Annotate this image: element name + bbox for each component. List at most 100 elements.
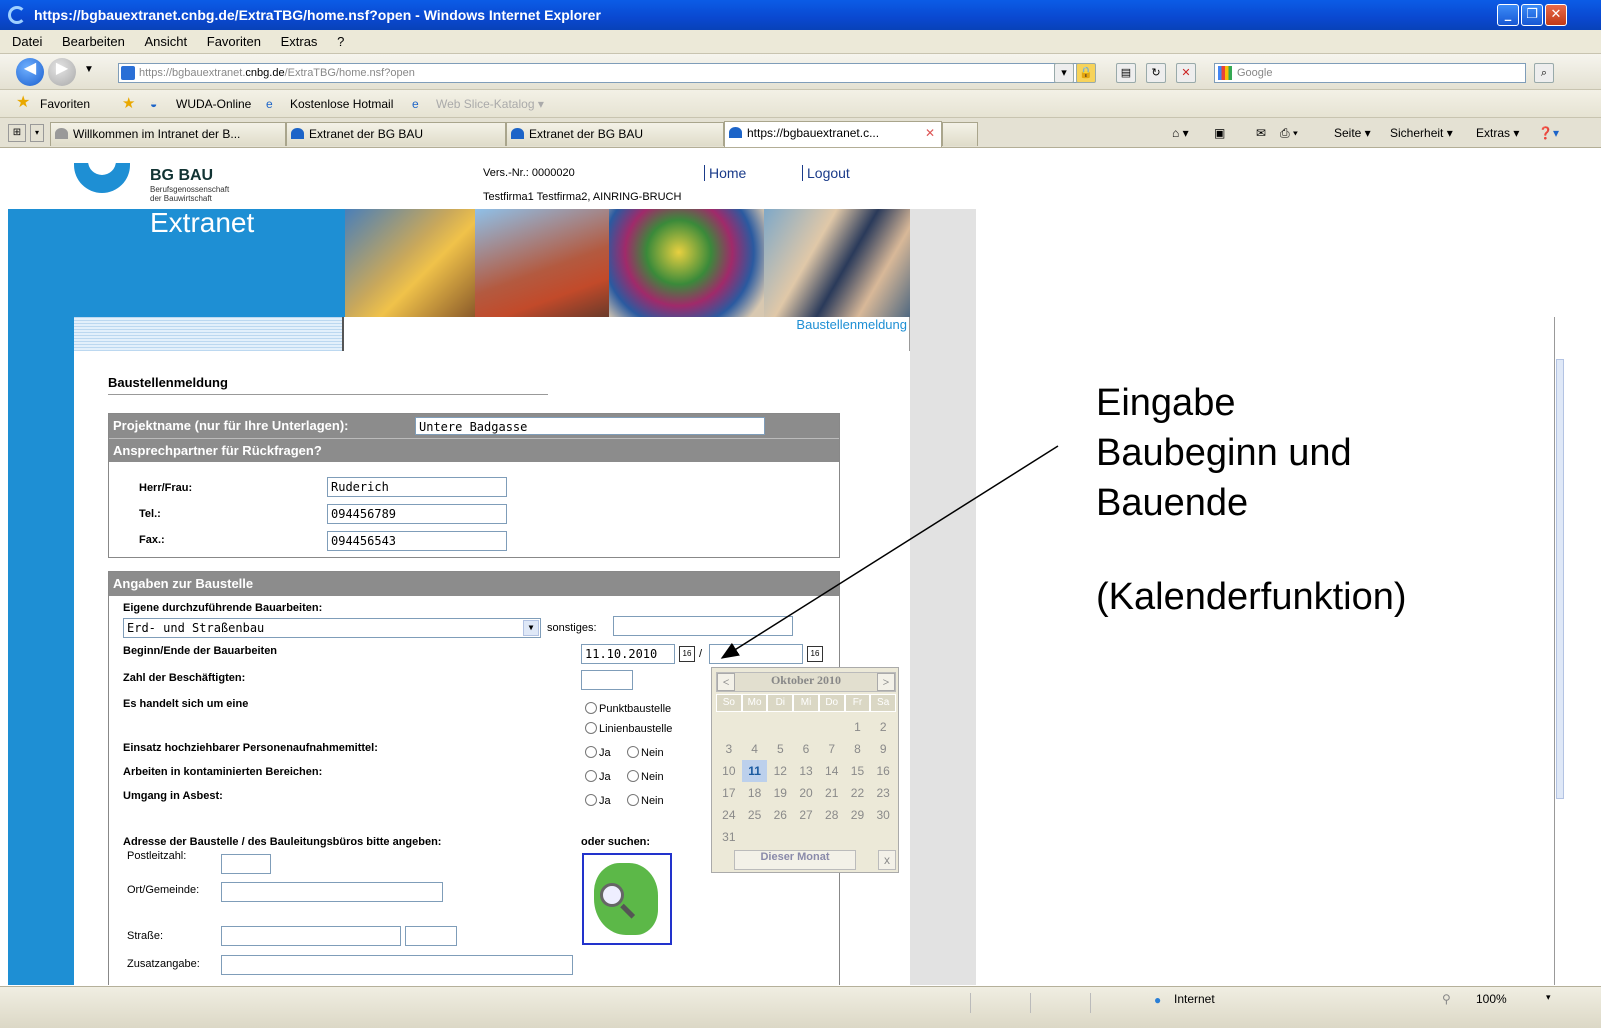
calendar-day[interactable]: 6 (793, 738, 819, 760)
menu-datei[interactable]: Datei (12, 34, 42, 49)
calendar-next-button[interactable]: > (877, 673, 895, 691)
logout-link[interactable]: Logout (802, 165, 850, 181)
radio-linienbaustelle[interactable]: Linienbaustelle (585, 722, 672, 735)
home-icon[interactable]: ⌂ ▾ (1172, 124, 1189, 142)
tab-close-icon[interactable]: ✕ (925, 122, 935, 144)
tab-active[interactable]: https://bgbauextranet.c... ✕ (724, 121, 942, 147)
protected-mode-icon[interactable]: ⚲ (1442, 992, 1451, 1006)
home-link[interactable]: Home (704, 165, 746, 181)
calendar-day[interactable]: 23 (870, 782, 896, 804)
radio-circle[interactable] (627, 770, 639, 782)
calendar-day[interactable]: 5 (767, 738, 793, 760)
calendar-day[interactable]: 10 (716, 760, 742, 782)
new-tab-button[interactable] (942, 122, 978, 146)
fax-input[interactable]: 094456543 (327, 531, 507, 551)
tel-input[interactable]: 094456789 (327, 504, 507, 524)
back-button[interactable]: ◀ (16, 58, 44, 86)
menu-help[interactable]: ? (337, 34, 344, 49)
project-name-input[interactable]: Untere Badgasse (415, 417, 765, 435)
begin-calendar-icon[interactable]: 16 (679, 646, 695, 662)
radio-circle[interactable] (627, 746, 639, 758)
minimize-button[interactable]: _ (1497, 4, 1519, 26)
calendar-day[interactable]: 15 (845, 760, 871, 782)
zoom-level[interactable]: 100% (1476, 992, 1507, 1006)
germany-map-search-icon[interactable] (582, 853, 672, 945)
menu-bearbeiten[interactable]: Bearbeiten (62, 34, 125, 49)
calendar-day[interactable]: 11 (741, 760, 768, 782)
address-dropdown-icon[interactable]: ▾ (1054, 63, 1074, 83)
street-input[interactable] (221, 926, 401, 946)
search-icon[interactable]: ⌕ (1534, 63, 1554, 83)
favorites-button[interactable]: Favoriten (40, 90, 90, 118)
lift-radio-nein[interactable]: Nein (627, 746, 664, 759)
contam-radio-nein[interactable]: Nein (627, 770, 664, 783)
feeds-icon[interactable]: ▣ (1214, 124, 1225, 142)
calendar-day[interactable]: 19 (767, 782, 793, 804)
maximize-button[interactable]: ❐ (1521, 4, 1543, 26)
sonstiges-input[interactable] (613, 616, 793, 636)
radio-circle[interactable] (585, 722, 597, 734)
calendar-day[interactable]: 21 (819, 782, 845, 804)
forward-button[interactable]: ▶ (48, 58, 76, 86)
refresh-icon[interactable]: ↻ (1146, 63, 1166, 83)
begin-date-input[interactable]: 11.10.2010 (581, 644, 675, 664)
lock-icon[interactable]: 🔒 (1076, 63, 1096, 83)
calendar-day[interactable]: 24 (716, 804, 742, 826)
calendar-day[interactable]: 30 (870, 804, 896, 826)
radio-circle[interactable] (585, 794, 597, 806)
calendar-day[interactable]: 4 (742, 738, 768, 760)
this-month-button[interactable]: Dieser Monat (734, 850, 856, 870)
right-scrollbar[interactable] (1554, 317, 1565, 985)
calendar-day[interactable]: 27 (793, 804, 819, 826)
contam-radio-ja[interactable]: Ja (585, 770, 611, 783)
end-calendar-icon[interactable]: 16 (807, 646, 823, 662)
calendar-day[interactable]: 7 (819, 738, 845, 760)
asbest-radio-nein[interactable]: Nein (627, 794, 664, 807)
menu-favoriten[interactable]: Favoriten (207, 34, 261, 49)
calendar-day[interactable]: 26 (767, 804, 793, 826)
calendar-day[interactable]: 3 (716, 738, 742, 760)
calendar-prev-button[interactable]: < (717, 673, 735, 691)
calendar-day[interactable]: 17 (716, 782, 742, 804)
menu-extras-cmd[interactable]: Extras ▾ (1476, 124, 1519, 142)
fav-hotmail[interactable]: Kostenlose Hotmail (290, 90, 393, 118)
quick-tabs-icon[interactable]: ⊞ (8, 124, 26, 142)
ort-input[interactable] (221, 882, 443, 902)
herr-input[interactable]: Ruderich (327, 477, 507, 497)
scrollbar-thumb[interactable] (1556, 359, 1564, 799)
radio-circle[interactable] (627, 794, 639, 806)
extra-input[interactable] (221, 955, 573, 975)
calendar-day[interactable]: 18 (742, 782, 768, 804)
fav-webslice[interactable]: Web Slice-Katalog ▾ (436, 90, 544, 118)
tab-intranet[interactable]: Willkommen im Intranet der B... (50, 122, 286, 146)
calendar-day[interactable]: 8 (845, 738, 871, 760)
calendar-day[interactable]: 31 (716, 826, 742, 848)
calendar-day[interactable]: 29 (845, 804, 871, 826)
print-icon[interactable]: ⎙ ▾ (1280, 124, 1298, 142)
calendar-day[interactable]: 28 (819, 804, 845, 826)
compatibility-icon[interactable]: ▤ (1116, 63, 1136, 83)
work-select[interactable]: Erd- und Straßenbau ▼ (123, 618, 541, 638)
staff-input[interactable] (581, 670, 633, 690)
calendar-day[interactable]: 13 (793, 760, 819, 782)
stop-icon[interactable]: ✕ (1176, 63, 1196, 83)
address-input[interactable]: https://bgbauextranet.cnbg.de/ExtraTBG/h… (118, 63, 1078, 83)
mail-icon[interactable]: ✉ (1256, 124, 1266, 142)
zoom-dropdown-icon[interactable]: ▾ (1546, 992, 1551, 1003)
plz-input[interactable] (221, 854, 271, 874)
calendar-day[interactable]: 12 (767, 760, 793, 782)
calendar-day[interactable]: 16 (870, 760, 896, 782)
menu-sicherheit[interactable]: Sicherheit ▾ (1390, 124, 1453, 142)
menu-ansicht[interactable]: Ansicht (145, 34, 188, 49)
tab-list-icon[interactable]: ▾ (30, 124, 44, 142)
search-input[interactable]: Google (1214, 63, 1526, 83)
close-window-button[interactable]: ✕ (1545, 4, 1567, 26)
history-dropdown-icon[interactable]: ▼ (84, 64, 94, 75)
tab-extranet-1[interactable]: Extranet der BG BAU (286, 122, 506, 146)
calendar-day[interactable]: 14 (819, 760, 845, 782)
radio-circle[interactable] (585, 746, 597, 758)
calendar-day[interactable]: 9 (870, 738, 896, 760)
menu-extras[interactable]: Extras (281, 34, 318, 49)
house-number-input[interactable] (405, 926, 457, 946)
radio-circle[interactable] (585, 702, 597, 714)
